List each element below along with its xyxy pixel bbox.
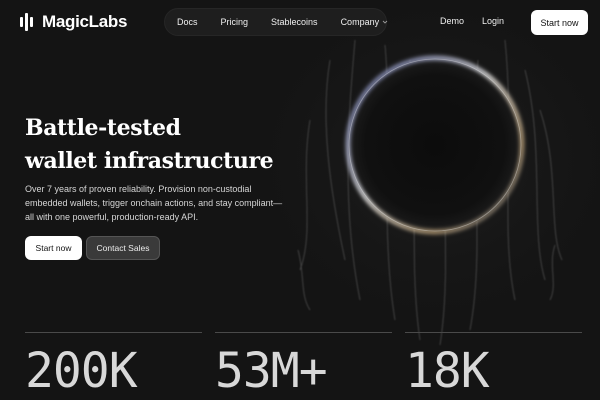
stat-card: 18K	[405, 332, 582, 399]
logo-text: MagicLabs	[42, 12, 128, 31]
hero-description: Over 7 years of proven reliability. Prov…	[25, 184, 283, 222]
main-nav: Docs Pricing Stablecoins Company	[164, 8, 389, 36]
stat-value: 53M+	[215, 343, 328, 399]
nav-item-company[interactable]: Company	[341, 17, 389, 27]
chevron-down-icon	[382, 20, 388, 24]
hero-title-line-2: wallet infrastructure	[25, 148, 274, 174]
hero-start-now-button[interactable]: Start now	[25, 236, 82, 260]
contact-sales-button[interactable]: Contact Sales	[86, 236, 160, 260]
login-link[interactable]: Login	[482, 16, 504, 26]
demo-link[interactable]: Demo	[440, 16, 464, 26]
stat-value: 200K	[25, 343, 138, 399]
header-start-now-button[interactable]: Start now	[531, 10, 588, 35]
stat-card: 53M+	[215, 332, 392, 399]
nav-item-stablecoins[interactable]: Stablecoins	[271, 17, 318, 27]
hero-title-line-1: Battle-tested	[25, 115, 181, 141]
nav-item-pricing[interactable]: Pricing	[221, 17, 249, 27]
logo[interactable]: MagicLabs	[20, 12, 127, 32]
stat-value: 18K	[405, 343, 490, 399]
nav-item-docs[interactable]: Docs	[177, 17, 198, 27]
hero-title: Battle-tested wallet infrastructure	[25, 112, 345, 178]
nav-item-company-label: Company	[340, 17, 380, 27]
logo-mark-icon	[20, 13, 36, 31]
stat-card: 200K	[25, 332, 202, 399]
